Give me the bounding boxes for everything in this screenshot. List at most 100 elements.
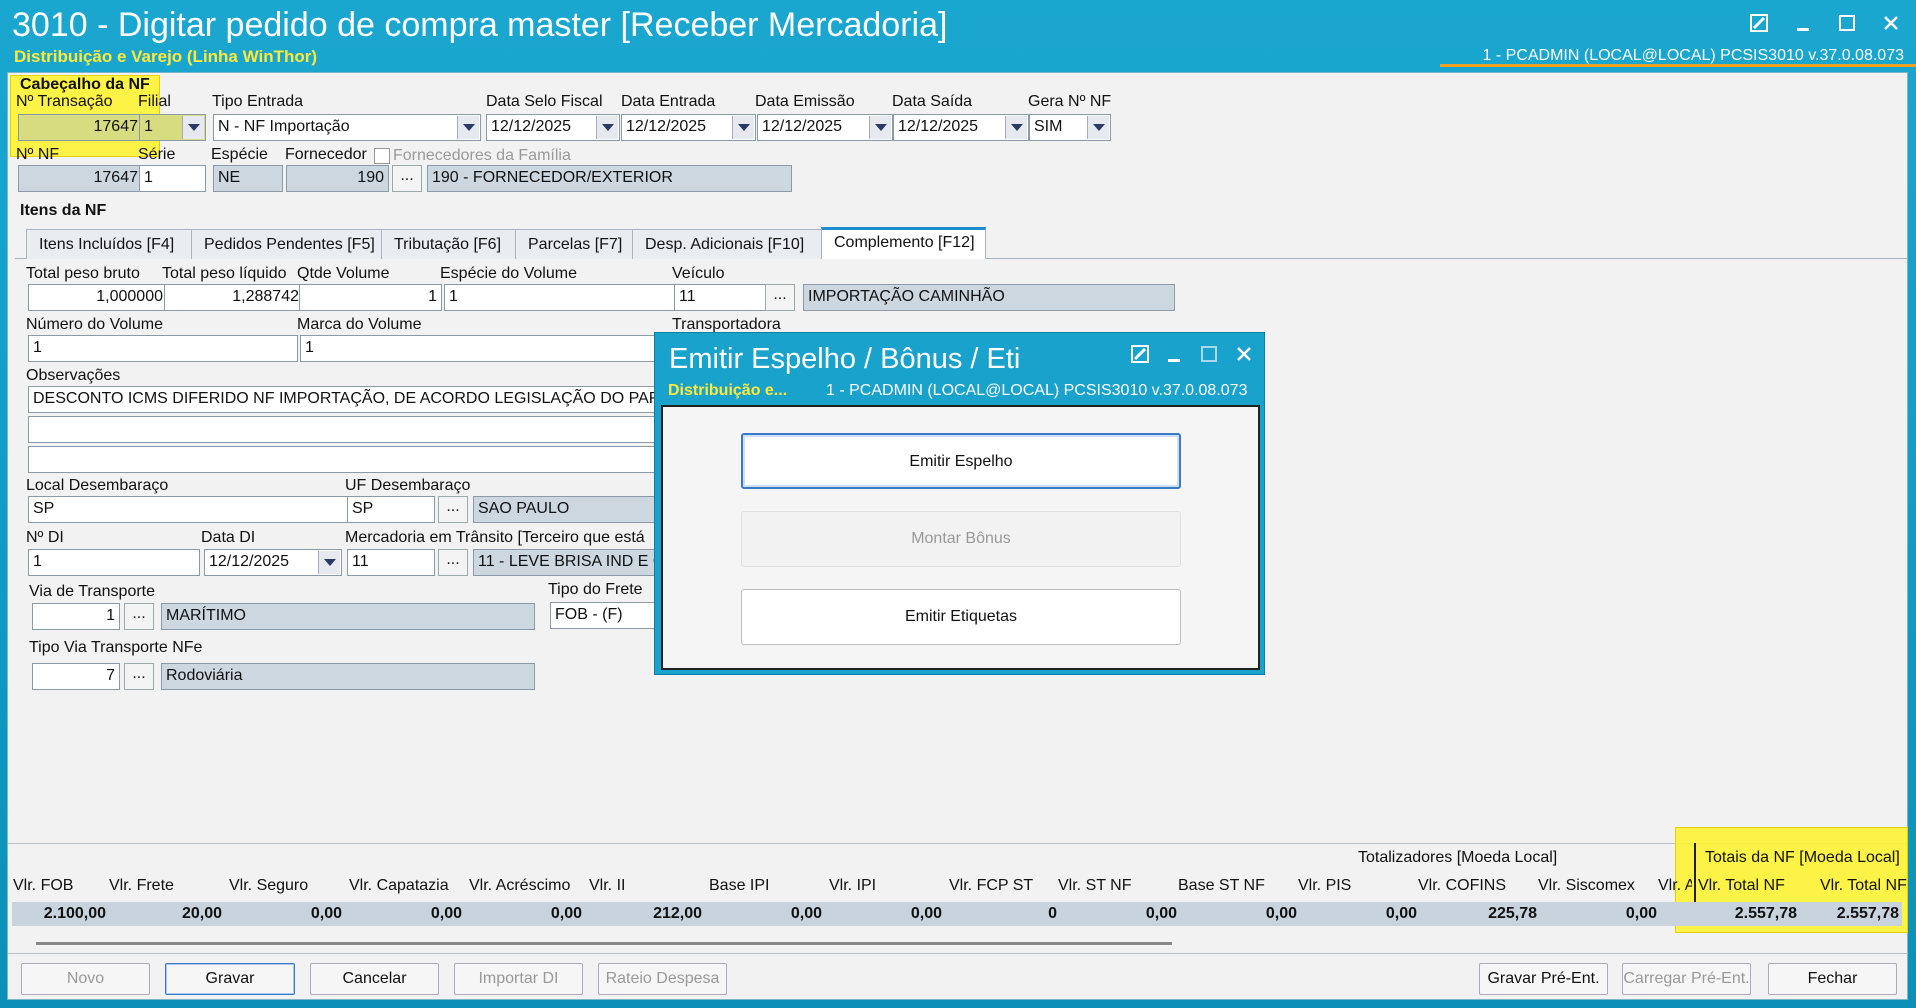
tab-desp-adicionais[interactable]: Desp. Adicionais [F10] (632, 229, 822, 259)
emitir-etiquetas-button[interactable]: Emitir Etiquetas (741, 589, 1181, 645)
num-volume-field[interactable]: 1 (28, 335, 298, 362)
tipo-entrada-label: Tipo Entrada (212, 93, 304, 110)
qtde-volume-field[interactable]: 1 (299, 284, 442, 311)
totals-top-divider (8, 843, 1908, 844)
chevron-down-icon[interactable] (1005, 116, 1027, 139)
chevron-down-icon[interactable] (457, 116, 479, 139)
fornecedor-code-field[interactable]: 190 (286, 165, 389, 192)
data-entrada-field[interactable]: 12/12/2025 (621, 114, 756, 141)
tab-complemento[interactable]: Complemento [F12] (821, 227, 986, 259)
merc-transito-search-button[interactable]: ... (438, 549, 468, 576)
num-di-field[interactable]: 1 (28, 549, 200, 576)
tab-parcelas[interactable]: Parcelas [F7] (515, 229, 633, 259)
veiculo-search-button[interactable]: ... (765, 284, 795, 311)
tipo-via-desc-field: Rodoviária (161, 663, 535, 690)
local-desemb-field[interactable]: SP (28, 496, 351, 523)
fornecedor-search-button[interactable]: ... (392, 165, 422, 192)
chevron-down-icon[interactable] (869, 116, 891, 139)
hdr-vlr-cofins: Vlr. COFINS (1418, 877, 1507, 894)
maximize-icon[interactable] (1836, 12, 1858, 34)
uf-desemb-search-button[interactable]: ... (438, 496, 468, 523)
dialog-close-icon[interactable] (1235, 345, 1255, 365)
tab-itens-incluidos[interactable]: Itens Incluídos [F4] (26, 229, 192, 259)
peso-bruto-field[interactable]: 1,000000 (28, 284, 168, 311)
val-vlr-total-nf-2: 2.557,78 (1836, 905, 1899, 922)
hdr-vlr-fcp-st: Vlr. FCP ST (949, 877, 1034, 894)
hdr-vlr-seguro: Vlr. Seguro (229, 877, 309, 894)
via-transp-search-button[interactable]: ... (124, 603, 154, 630)
minimize-icon[interactable] (1792, 12, 1814, 34)
gravar-pre-entrada-button[interactable]: Gravar Pré-Ent. (1479, 963, 1608, 995)
data-emissao-field[interactable]: 12/12/2025 (757, 114, 893, 141)
tab-pedidos-pendentes[interactable]: Pedidos Pendentes [F5] (191, 229, 382, 259)
novo-button[interactable]: Novo (21, 963, 150, 995)
tipo-frete-field[interactable]: FOB - (F) (550, 602, 670, 629)
data-emissao-value: 12/12/2025 (762, 118, 843, 135)
gera-nf-select[interactable]: SIM (1029, 114, 1111, 141)
val-vlr-fob: 2.100,00 (43, 905, 106, 922)
data-di-value: 12/12/2025 (209, 553, 290, 570)
fornecedores-familia-checkbox[interactable] (374, 148, 390, 164)
fornecedor-name-field: 190 - FORNECEDOR/EXTERIOR (427, 165, 792, 192)
val-vlr-ipi: 0,00 (910, 905, 942, 922)
observacoes-label: Observações (26, 367, 121, 384)
hdr-vlr-st-nf: Vlr. ST NF (1058, 877, 1132, 894)
totalizadores-label: Totalizadores [Moeda Local] (1358, 849, 1558, 866)
restore-icon[interactable] (1748, 12, 1770, 34)
observacao-line-3[interactable] (28, 446, 668, 473)
carregar-pre-entrada-button[interactable]: Carregar Pré-Ent. (1622, 963, 1751, 995)
title-bar: 3010 - Digitar pedido de compra master [… (0, 0, 1916, 72)
chevron-down-icon[interactable] (1087, 116, 1109, 139)
marca-volume-field[interactable]: 1 (300, 335, 665, 362)
chevron-down-icon[interactable] (182, 116, 204, 139)
observacao-line-1[interactable]: DESCONTO ICMS DIFERIDO NF IMPORTAÇÃO, DE… (28, 386, 668, 413)
data-selo-field[interactable]: 12/12/2025 (486, 114, 620, 141)
hdr-vlr-total-nf-1: Vlr. Total NF (1698, 877, 1785, 894)
uf-desemb-label: UF Desembaraço (345, 477, 471, 494)
via-transp-field[interactable]: 1 (32, 603, 120, 630)
dialog-maximize-icon[interactable] (1200, 345, 1220, 365)
hdr-vlr-ii: Vlr. II (589, 877, 626, 894)
peso-liquido-field[interactable]: 1,288742 (164, 284, 304, 311)
serie-label: Série (138, 146, 176, 163)
gravar-button[interactable]: Gravar (165, 963, 295, 995)
dialog-restore-icon[interactable] (1131, 345, 1151, 365)
merc-transito-field[interactable]: 11 (347, 549, 435, 576)
filial-select[interactable]: 1 (139, 114, 206, 141)
tipo-via-search-button[interactable]: ... (124, 663, 154, 690)
tipo-entrada-select[interactable]: N - NF Importação (213, 114, 481, 141)
emitir-dialog: Emitir Espelho / Bônus / Eti Distribuiçã… (654, 332, 1265, 675)
data-di-field[interactable]: 12/12/2025 (204, 549, 342, 576)
totais-nf-label: Totais da NF [Moeda Local] (1705, 849, 1900, 866)
chevron-down-icon[interactable] (596, 116, 618, 139)
fornecedores-familia-label: Fornecedores da Família (393, 147, 571, 164)
val-base-st-nf: 0,00 (1265, 905, 1297, 922)
cancelar-button[interactable]: Cancelar (310, 963, 439, 995)
chevron-down-icon[interactable] (318, 551, 340, 574)
tipo-via-field[interactable]: 7 (32, 663, 120, 690)
peso-bruto-label: Total peso bruto (26, 265, 140, 282)
especie-field[interactable]: NE (213, 165, 283, 192)
serie-field[interactable]: 1 (139, 165, 206, 192)
data-saida-field[interactable]: 12/12/2025 (893, 114, 1029, 141)
chevron-down-icon[interactable] (732, 116, 754, 139)
rateio-despesa-button[interactable]: Rateio Despesa (598, 963, 727, 995)
marca-volume-label: Marca do Volume (297, 316, 422, 333)
val-vlr-cofins: 225,78 (1488, 905, 1537, 922)
especie-volume-field[interactable]: 1 (444, 284, 680, 311)
transacao-field[interactable]: 17647 (18, 114, 143, 141)
veiculo-field[interactable]: 11 (674, 284, 769, 311)
tab-tributacao[interactable]: Tributação [F6] (381, 229, 516, 259)
horizontal-scrollbar[interactable] (36, 942, 1172, 945)
observacao-line-2[interactable] (28, 416, 668, 443)
dialog-minimize-icon[interactable] (1165, 345, 1185, 365)
uf-desemb-field[interactable]: SP (347, 496, 435, 523)
via-transp-label: Via de Transporte (29, 583, 156, 600)
window-subtitle: Distribuição e Varejo (Linha WinThor) (14, 47, 318, 66)
fechar-button[interactable]: Fechar (1768, 963, 1897, 995)
importar-di-button[interactable]: Importar DI (454, 963, 583, 995)
montar-bonus-button[interactable]: Montar Bônus (741, 511, 1181, 567)
close-icon[interactable] (1880, 12, 1902, 34)
emitir-espelho-button[interactable]: Emitir Espelho (741, 433, 1181, 489)
num-nf-field[interactable]: 17647 (18, 165, 143, 192)
